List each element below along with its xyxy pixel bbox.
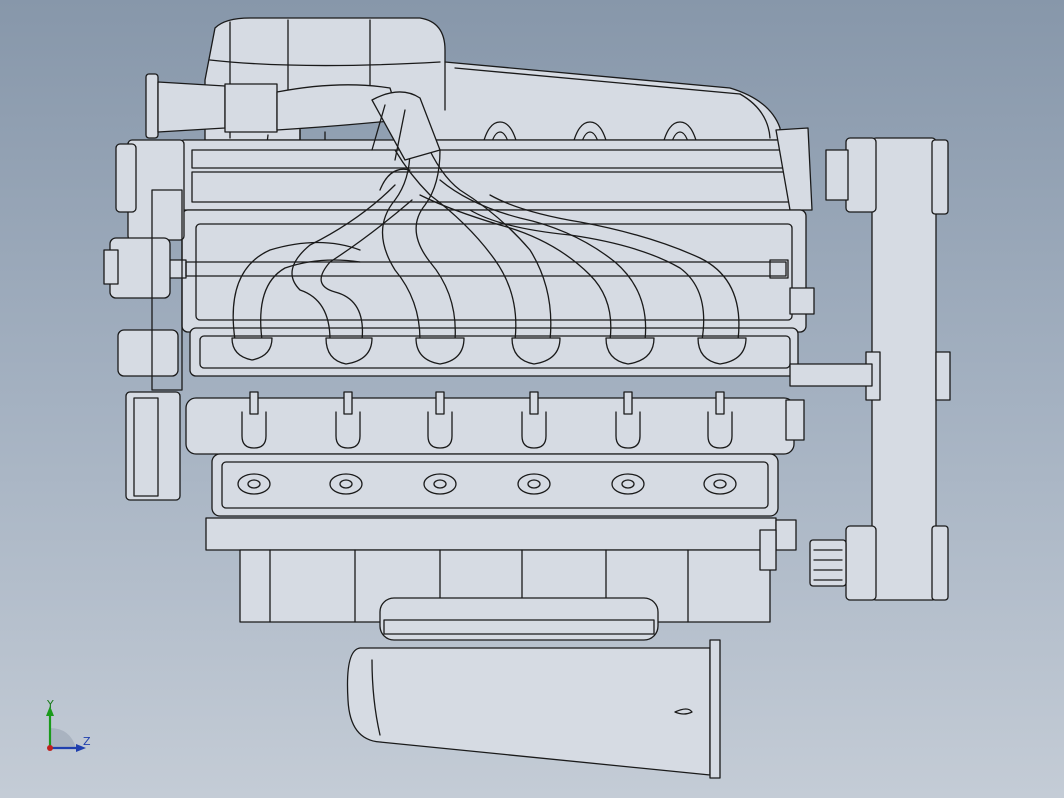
engine-model[interactable] [0, 0, 1064, 798]
axis-label-z: Z [83, 735, 91, 748]
air-intake-duct [346, 639, 721, 779]
cad-viewport[interactable]: Y Z [0, 0, 1064, 798]
cylinder-head [167, 127, 813, 333]
axis-label-y: Y [47, 698, 54, 711]
oil-sump [379, 597, 659, 641]
engine-block [185, 397, 795, 623]
rear-drive-bracket [789, 137, 951, 601]
accessory-drive [103, 139, 185, 501]
